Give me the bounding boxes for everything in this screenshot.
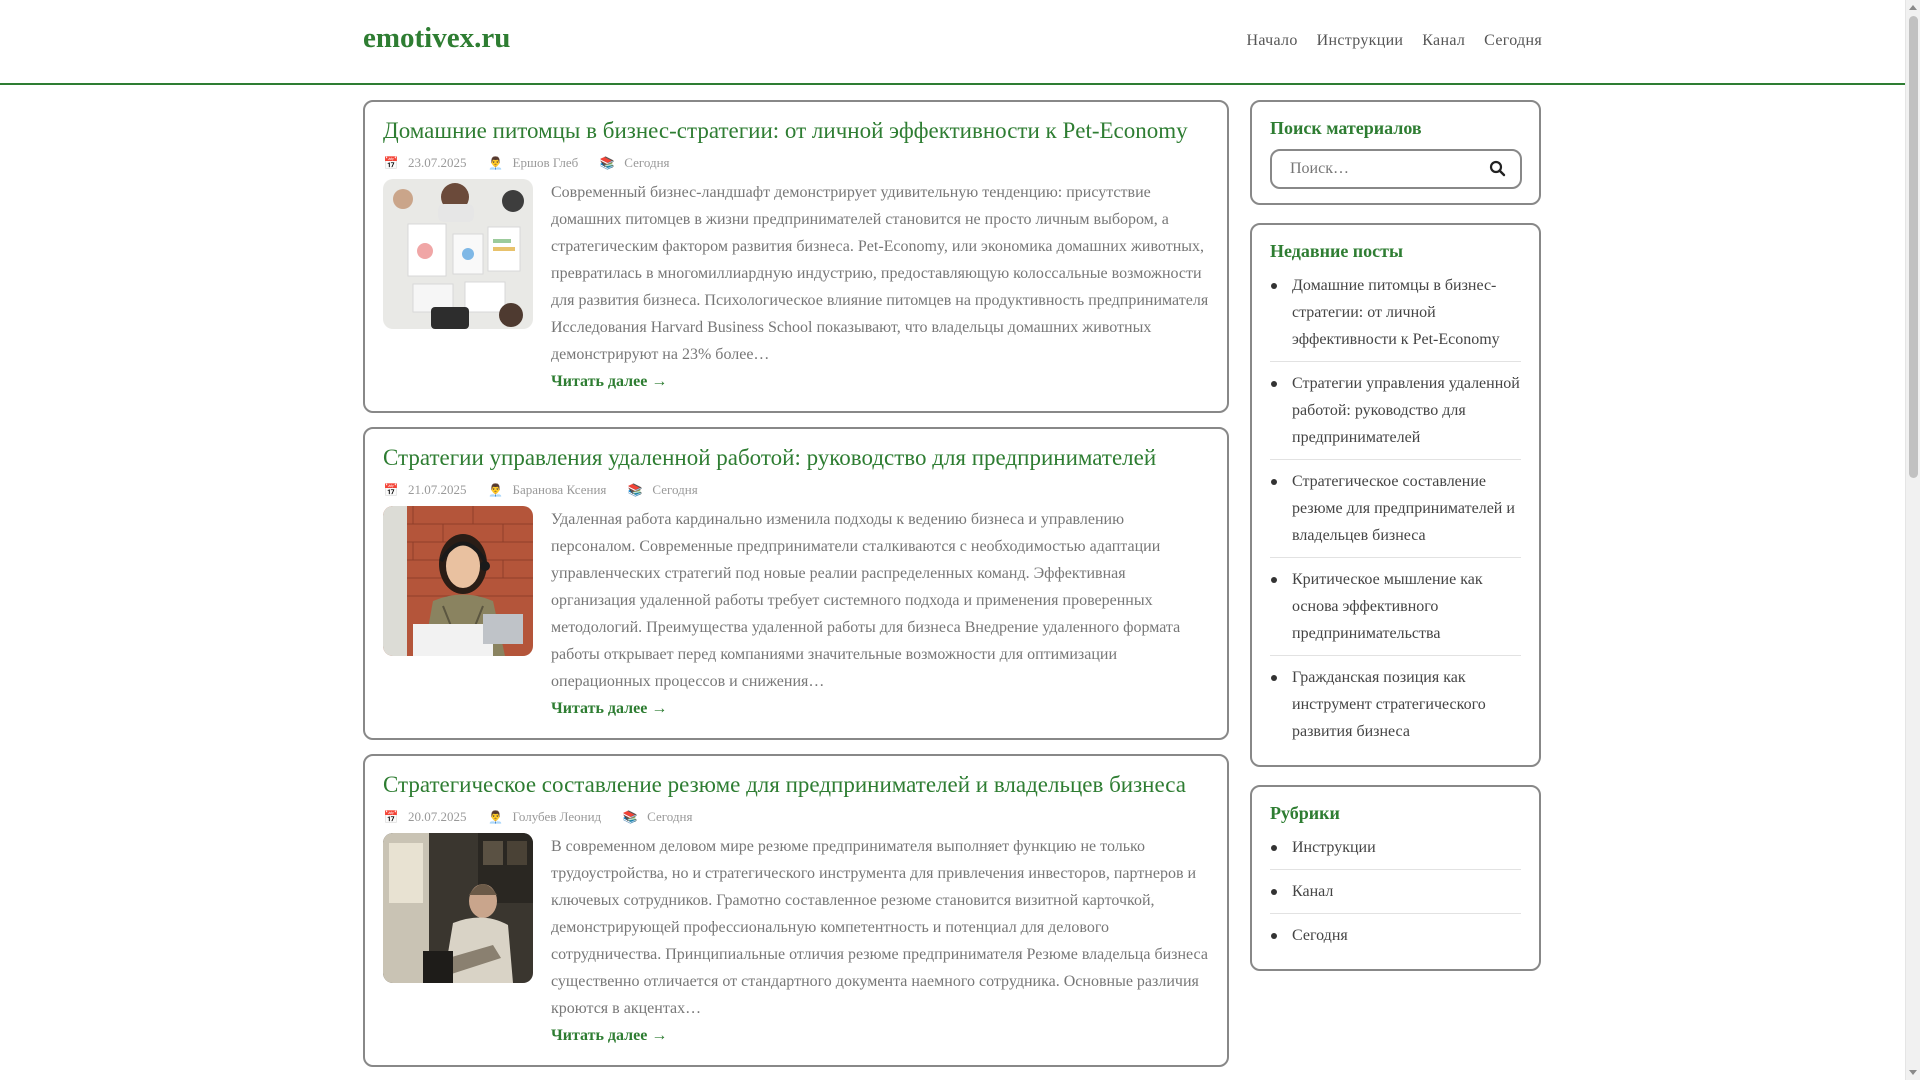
post-author-text: Ершов Глеб (512, 155, 579, 170)
search-icon (1489, 160, 1506, 177)
author-icon: 👨‍💼 (488, 809, 503, 824)
post-meta: 📅 23.07.2025 👨‍💼 Ершов Глеб 📚 Сегодня (383, 155, 1209, 171)
categories-title: Рубрики (1270, 803, 1340, 823)
post-category-text: Сегодня (647, 809, 693, 824)
post-body: В современном деловом мире резюме предпр… (383, 833, 1209, 1049)
post-author: 👨‍💼 Ершов Глеб (488, 155, 579, 171)
post-title-link[interactable]: Стратегическое составление резюме для пр… (383, 770, 1209, 800)
post-card: Домашние питомцы в бизнес-стратегии: от … (363, 100, 1229, 413)
post-date-text: 20.07.2025 (408, 809, 467, 824)
author-icon: 👨‍💼 (488, 155, 503, 170)
post-card: Стратегическое составление резюме для пр… (363, 754, 1229, 1067)
scroll-down-arrow-icon[interactable] (1909, 1070, 1917, 1075)
category-link-today[interactable]: Сегодня (1292, 927, 1348, 944)
recent-post-link[interactable]: Критическое мышление как основа эффектив… (1292, 571, 1483, 642)
list-item: Канал (1270, 878, 1521, 914)
post-excerpt: Современный бизнес-ландшафт демонстрируе… (551, 184, 1209, 363)
nav-item-channel[interactable]: Канал (1422, 32, 1465, 50)
post-date: 📅 23.07.2025 (383, 155, 467, 171)
office-meeting-photo (383, 179, 533, 329)
category-link-channel[interactable]: Канал (1292, 883, 1333, 900)
post-category: 📚 Сегодня (627, 482, 698, 498)
main-nav: Начало Инструкции Канал Сегодня (1247, 32, 1542, 50)
search-input[interactable] (1272, 151, 1472, 187)
read-more-link[interactable]: Читать далее → (551, 368, 667, 395)
categories-widget: Рубрики Инструкции Канал Сегодня (1250, 785, 1541, 971)
man-in-office-chair-photo (383, 833, 533, 983)
post-thumbnail[interactable] (383, 179, 533, 329)
calendar-icon: 📅 (383, 482, 399, 497)
recent-posts-list: Домашние питомцы в бизнес-стратегии: от … (1270, 272, 1521, 753)
post-author: 👨‍💼 Голубев Леонид (488, 809, 602, 825)
page-viewport: emotivex.ru Начало Инструкции Канал Сего… (0, 0, 1905, 1080)
post-author-text: Баранова Ксения (512, 482, 607, 497)
post-excerpt: Удаленная работа кардинально изменила по… (551, 511, 1181, 690)
categories-list: Инструкции Канал Сегодня (1270, 834, 1521, 957)
post-excerpt: В современном деловом мире резюме предпр… (551, 838, 1208, 1017)
post-date: 📅 20.07.2025 (383, 809, 467, 825)
calendar-icon: 📅 (383, 809, 399, 824)
books-icon: 📚 (627, 482, 643, 497)
search-form (1270, 149, 1522, 189)
post-title-link[interactable]: Стратегии управления удаленной работой: … (383, 443, 1209, 473)
woman-with-headset-photo (383, 506, 533, 656)
recent-posts-widget: Недавние посты Домашние питомцы в бизнес… (1250, 223, 1541, 767)
sidebar: Поиск материалов Недавние посты Домашние… (1250, 100, 1541, 989)
list-item: Инструкции (1270, 834, 1521, 870)
post-category-text: Сегодня (624, 155, 670, 170)
scroll-up-arrow-icon[interactable] (1909, 5, 1917, 10)
calendar-icon: 📅 (383, 155, 399, 170)
list-item: Стратегическое составление резюме для пр… (1270, 468, 1521, 558)
post-thumbnail[interactable] (383, 506, 533, 656)
recent-post-link[interactable]: Гражданская позиция как инструмент страт… (1292, 669, 1486, 740)
books-icon: 📚 (622, 809, 638, 824)
recent-post-link[interactable]: Домашние питомцы в бизнес-стратегии: от … (1292, 277, 1500, 348)
site-logo-link[interactable]: emotivex.ru (363, 22, 510, 55)
list-item: Критическое мышление как основа эффектив… (1270, 566, 1521, 656)
list-item: Гражданская позиция как инструмент страт… (1270, 664, 1521, 753)
post-author-text: Голубев Леонид (512, 809, 602, 824)
post-body: Современный бизнес-ландшафт демонстрируе… (383, 179, 1209, 395)
search-button[interactable] (1488, 159, 1508, 179)
post-title-link[interactable]: Домашние питомцы в бизнес-стратегии: от … (383, 116, 1209, 146)
read-more-link[interactable]: Читать далее → (551, 1022, 667, 1049)
nav-item-instructions[interactable]: Инструкции (1317, 32, 1404, 50)
list-item: Стратегии управления удаленной работой: … (1270, 370, 1521, 460)
list-item: Домашние питомцы в бизнес-стратегии: от … (1270, 272, 1521, 362)
category-link-instructions[interactable]: Инструкции (1292, 839, 1376, 856)
post-date-text: 21.07.2025 (408, 482, 467, 497)
page-scrollbar[interactable] (1905, 0, 1920, 1080)
post-list: Домашние питомцы в бизнес-стратегии: от … (363, 100, 1229, 1080)
post-body: Удаленная работа кардинально изменила по… (383, 506, 1209, 722)
post-meta: 📅 21.07.2025 👨‍💼 Баранова Ксения 📚 Сегод… (383, 482, 1209, 498)
nav-item-home[interactable]: Начало (1247, 32, 1298, 50)
site-header: emotivex.ru Начало Инструкции Канал Сего… (0, 0, 1905, 85)
post-thumbnail[interactable] (383, 833, 533, 983)
scrollbar-thumb[interactable] (1909, 16, 1918, 478)
post-category-text: Сегодня (652, 482, 698, 497)
list-item: Сегодня (1270, 922, 1521, 957)
post-author: 👨‍💼 Баранова Ксения (488, 482, 607, 498)
author-icon: 👨‍💼 (488, 482, 503, 497)
nav-item-today[interactable]: Сегодня (1484, 32, 1542, 50)
post-date-text: 23.07.2025 (408, 155, 467, 170)
post-category: 📚 Сегодня (622, 809, 693, 825)
post-category: 📚 Сегодня (599, 155, 670, 171)
recent-post-link[interactable]: Стратегии управления удаленной работой: … (1292, 375, 1520, 446)
recent-posts-title: Недавние посты (1270, 241, 1404, 261)
post-text-column: Современный бизнес-ландшафт демонстрируе… (551, 179, 1211, 395)
read-more-link[interactable]: Читать далее → (551, 695, 667, 722)
search-widget: Поиск материалов (1250, 100, 1541, 205)
post-meta: 📅 20.07.2025 👨‍💼 Голубев Леонид 📚 Сегодн… (383, 809, 1209, 825)
post-text-column: Удаленная работа кардинально изменила по… (551, 506, 1211, 722)
post-text-column: В современном деловом мире резюме предпр… (551, 833, 1211, 1049)
recent-post-link[interactable]: Стратегическое составление резюме для пр… (1292, 473, 1515, 544)
search-widget-title: Поиск материалов (1270, 118, 1422, 138)
post-card: Стратегии управления удаленной работой: … (363, 427, 1229, 740)
post-date: 📅 21.07.2025 (383, 482, 467, 498)
books-icon: 📚 (599, 155, 615, 170)
